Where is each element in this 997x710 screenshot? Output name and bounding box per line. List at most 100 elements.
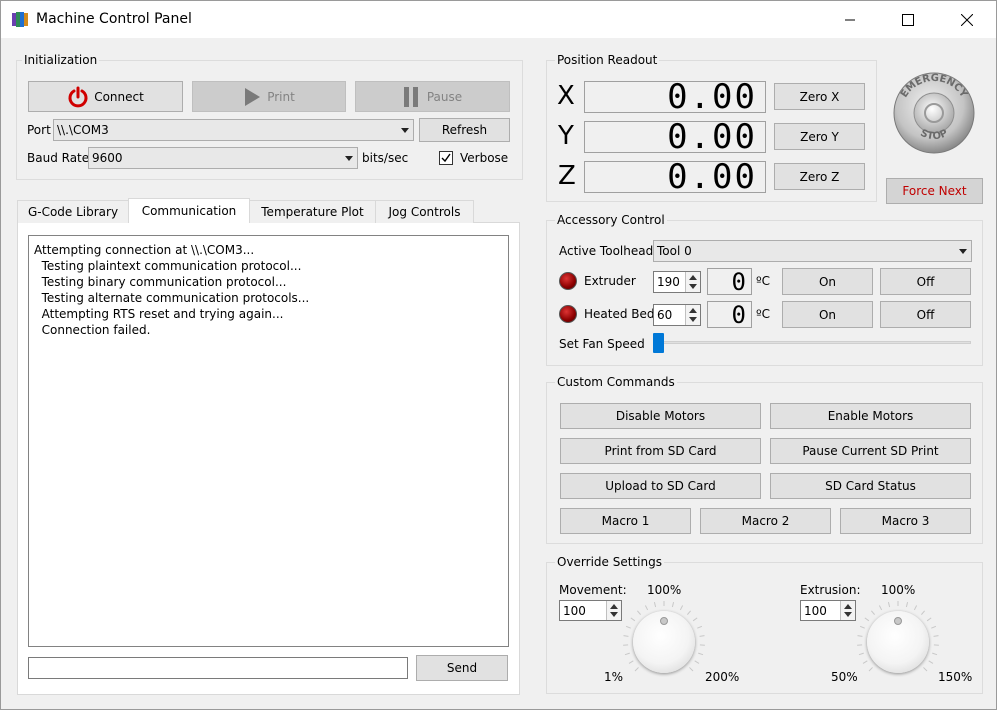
window-title: Machine Control Panel (36, 11, 192, 27)
dial-tick (624, 652, 630, 656)
off-label: Off (916, 307, 935, 322)
emergency-stop-button[interactable]: EMERGENCY STOP (890, 71, 978, 155)
macro-2-button[interactable]: Macro 2 (700, 508, 831, 534)
fan-speed-track[interactable] (653, 341, 971, 344)
print-button[interactable]: Print (192, 81, 346, 112)
macro-2-label: Macro 2 (741, 514, 790, 528)
port-value: \\.\COM3 (57, 123, 109, 137)
checkmark-icon (441, 153, 451, 163)
movement-dial[interactable] (633, 611, 695, 673)
movement-top-label: 100% (647, 583, 682, 597)
title-bar: Machine Control Panel (1, 1, 996, 38)
chevron-down-icon (401, 128, 409, 133)
dial-tick (630, 617, 636, 622)
send-button[interactable]: Send (416, 655, 508, 681)
chevron-down-icon (345, 156, 353, 161)
macro-3-button[interactable]: Macro 3 (840, 508, 971, 534)
zero-x-label: Zero X (799, 89, 840, 104)
dial-tick (699, 635, 705, 637)
minimize-button[interactable] (827, 1, 873, 38)
movement-label: Movement: (559, 583, 627, 597)
spin-arrows[interactable] (685, 272, 700, 292)
heated-bed-setpoint-value: 60 (657, 308, 673, 322)
axis-x-readout: 0.00 (584, 77, 766, 117)
baud-rate-select[interactable]: 9600 (88, 147, 358, 169)
print-from-sd-button[interactable]: Print from SD Card (560, 438, 761, 464)
extruder-temperature-readout: 0 (707, 268, 752, 296)
console-line: Connection failed. (34, 323, 151, 337)
connect-button[interactable]: Connect (28, 81, 183, 112)
tab-jog-controls[interactable]: Jog Controls (375, 200, 474, 223)
heated-bed-on-button[interactable]: On (782, 301, 873, 328)
disable-motors-button[interactable]: Disable Motors (560, 403, 761, 429)
console-line: Testing binary communication protocol... (34, 275, 287, 289)
dial-tick (857, 635, 863, 637)
dial-tick (858, 652, 864, 656)
tab-gcode-library[interactable]: G-Code Library (17, 200, 129, 223)
port-select[interactable]: \\.\COM3 (53, 119, 414, 141)
port-label: Port (27, 123, 51, 137)
verbose-checkbox[interactable] (439, 151, 453, 165)
enable-motors-button[interactable]: Enable Motors (770, 403, 971, 429)
axis-y-readout: 0.00 (584, 117, 766, 157)
extrusion-dial[interactable] (867, 611, 929, 673)
axis-z-readout: 0.00 (584, 157, 766, 197)
macro-1-button[interactable]: Macro 1 (560, 508, 691, 534)
extruder-off-button[interactable]: Off (880, 268, 971, 295)
extrusion-value: 100 (804, 603, 827, 618)
dial-tick (628, 660, 634, 664)
tab-communication[interactable]: Communication (128, 198, 250, 223)
connect-label: Connect (94, 89, 144, 104)
refresh-button[interactable]: Refresh (419, 118, 510, 142)
zero-z-button[interactable]: Zero Z (774, 163, 865, 190)
console-log[interactable]: Attempting connection at \\.\COM3... Tes… (28, 235, 509, 647)
console-line: Testing plaintext communication protocol… (34, 259, 302, 273)
extruder-setpoint-value: 190 (657, 275, 680, 289)
zero-x-button[interactable]: Zero X (774, 83, 865, 110)
custom-commands-title: Custom Commands (555, 375, 677, 389)
dial-tick (920, 610, 926, 615)
zero-y-button[interactable]: Zero Y (774, 123, 865, 150)
fan-speed-handle[interactable] (653, 333, 664, 353)
dial-tick (926, 617, 932, 622)
pause-label: Pause (426, 89, 463, 104)
dial-tick (932, 652, 938, 656)
movement-value: 100 (563, 603, 586, 618)
extruder-setpoint-spinbox[interactable]: 190 (653, 271, 701, 293)
extrusion-spinbox[interactable]: 100 (800, 600, 856, 621)
sd-card-status-button[interactable]: SD Card Status (770, 473, 971, 499)
dial-tick (864, 617, 870, 622)
tab-temperature-plot[interactable]: Temperature Plot (249, 200, 376, 223)
command-input[interactable] (28, 657, 408, 679)
maximize-button[interactable] (885, 1, 931, 38)
upload-to-sd-button[interactable]: Upload to SD Card (560, 473, 761, 499)
accessory-control-title: Accessory Control (555, 213, 667, 227)
movement-spinbox[interactable]: 100 (559, 600, 622, 621)
heated-bed-setpoint-spinbox[interactable]: 60 (653, 304, 701, 326)
dial-tick (870, 610, 876, 615)
force-next-button[interactable]: Force Next (886, 178, 983, 204)
extruder-label: Extruder (584, 274, 636, 288)
console-line: Attempting RTS reset and trying again... (34, 307, 284, 321)
dial-tick (931, 625, 937, 629)
heated-bed-temperature-readout: 0 (707, 301, 752, 329)
spin-arrows[interactable] (685, 305, 700, 325)
dial-tick (694, 660, 700, 664)
send-label: Send (446, 661, 478, 675)
extruder-on-button[interactable]: On (782, 268, 873, 295)
initialization-title: Initialization (22, 53, 100, 67)
spin-arrows[interactable] (840, 601, 855, 620)
heated-bed-off-button[interactable]: Off (880, 301, 971, 328)
pause-button[interactable]: Pause (355, 81, 510, 112)
dial-tick (933, 635, 939, 637)
heated-bed-status-led (559, 305, 577, 323)
dial-tick (653, 602, 657, 608)
toolhead-select[interactable]: Tool 0 (653, 240, 972, 262)
close-button[interactable] (944, 1, 990, 38)
pause-sd-print-button[interactable]: Pause Current SD Print (770, 438, 971, 464)
zero-z-label: Zero Z (799, 169, 840, 184)
dial-tick (698, 652, 704, 656)
spin-arrows[interactable] (606, 601, 621, 620)
fan-speed-label: Set Fan Speed (559, 337, 645, 351)
heated-bed-unit: ºC (756, 307, 771, 321)
